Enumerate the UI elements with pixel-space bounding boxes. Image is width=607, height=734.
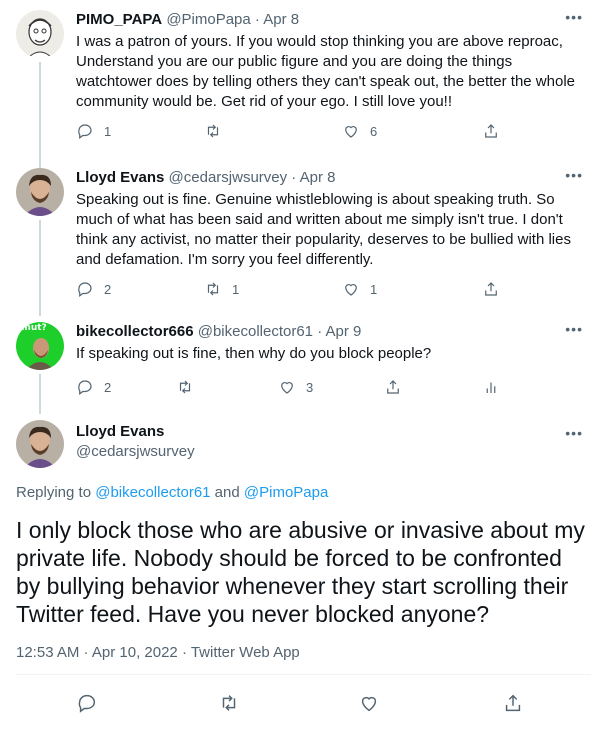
reply-button[interactable]: 2 <box>76 378 111 396</box>
analytics-icon <box>486 382 496 393</box>
share-icon <box>387 380 399 394</box>
retweet-button[interactable]: 1 <box>204 280 239 298</box>
avatar-caption: uhut? <box>18 323 47 333</box>
tweet-bikecollector[interactable]: uhut? bikecollector666 @bikecollector61 … <box>0 322 607 414</box>
like-button[interactable]: 1 <box>342 280 377 298</box>
tweet-lloyd-evans-1[interactable]: Lloyd Evans @cedarsjwsurvey · Apr 8 ••• … <box>0 168 607 316</box>
reply-icon <box>78 380 92 395</box>
thread-line <box>39 62 41 172</box>
share-icon <box>485 282 497 296</box>
avatar-lloyd-evans[interactable] <box>16 420 64 468</box>
share-icon <box>505 694 521 712</box>
tweet-header: PIMO_PAPA @PimoPapa · Apr 8 <box>76 10 299 30</box>
more-icon[interactable]: ••• <box>565 322 583 336</box>
replying-prefix: Replying to <box>16 484 96 501</box>
separator: · <box>317 323 323 340</box>
like-button[interactable] <box>358 692 380 714</box>
tweet-actions: 2 3 <box>62 378 582 398</box>
thread-line <box>39 374 41 414</box>
reply-icon <box>78 124 92 139</box>
like-icon <box>361 696 377 712</box>
like-icon <box>281 382 293 394</box>
replying-to: Replying to @bikecollector61 and @PimoPa… <box>16 484 328 501</box>
share-button[interactable] <box>502 692 524 714</box>
like-icon <box>345 126 357 138</box>
display-name[interactable]: PIMO_PAPA <box>76 11 162 28</box>
separator: · <box>291 169 297 186</box>
avatar-bikecollector[interactable]: uhut? <box>16 322 64 370</box>
separator: · <box>254 11 260 28</box>
reply-icon <box>78 282 92 297</box>
retweet-button[interactable] <box>204 122 232 140</box>
retweet-icon <box>207 282 219 296</box>
like-count: 6 <box>370 123 378 139</box>
reply-count: 2 <box>104 281 112 297</box>
reply-icon <box>78 694 96 713</box>
replying-and: and <box>210 484 244 501</box>
avatar-lloyd-evans[interactable] <box>16 168 64 216</box>
like-count: 1 <box>370 281 378 297</box>
avatar-pimo-papa[interactable] <box>16 10 64 58</box>
thread-line <box>39 220 41 316</box>
user-handle[interactable]: @PimoPapa <box>166 11 250 28</box>
user-handle[interactable]: @cedarsjwsurvey <box>169 169 288 186</box>
tweet-text: I was a patron of yours. If you would st… <box>76 33 575 110</box>
retweet-icon <box>222 695 236 711</box>
like-button[interactable]: 6 <box>342 122 377 140</box>
mention-link-bikecollector[interactable]: @bikecollector61 <box>95 484 210 501</box>
retweet-icon <box>207 124 219 138</box>
tweet-header: Lloyd Evans @cedarsjwsurvey · Apr 8 <box>76 168 336 188</box>
main-tweet-text: I only block those who are abusive or in… <box>16 517 585 627</box>
share-button[interactable] <box>384 378 402 396</box>
more-icon[interactable]: ••• <box>565 426 583 440</box>
tweet-date[interactable]: Apr 9 <box>326 323 362 340</box>
tweet-date[interactable]: Apr 8 <box>263 11 299 28</box>
user-handle[interactable]: @bikecollector61 <box>198 323 313 340</box>
share-button[interactable] <box>482 122 500 140</box>
like-count: 3 <box>306 379 314 395</box>
tweet-pimo-papa[interactable]: PIMO_PAPA @PimoPapa · Apr 8 ••• I was a … <box>0 10 607 172</box>
share-icon <box>485 124 497 138</box>
main-tweet: Lloyd Evans @cedarsjwsurvey ••• Replying… <box>0 420 607 734</box>
tweet-timestamp[interactable]: 12:53 AM · Apr 10, 2022 · Twitter Web Ap… <box>16 644 300 661</box>
tweet-actions: 2 1 1 <box>62 280 532 300</box>
display-name[interactable]: Lloyd Evans <box>76 169 164 186</box>
divider <box>16 674 591 675</box>
like-button[interactable]: 3 <box>278 378 313 396</box>
retweet-icon <box>179 380 191 394</box>
tweet-actions: 1 6 <box>62 122 532 142</box>
more-icon[interactable]: ••• <box>565 168 583 182</box>
tweet-header: bikecollector666 @bikecollector61 · Apr … <box>76 322 361 342</box>
reply-count: 2 <box>104 379 112 395</box>
main-tweet-actions <box>62 692 582 714</box>
display-name[interactable]: bikecollector666 <box>76 323 194 340</box>
retweet-count: 1 <box>232 281 240 297</box>
mention-link-pimopapa[interactable]: @PimoPapa <box>244 484 328 501</box>
display-name[interactable]: Lloyd Evans <box>76 422 164 442</box>
reply-button[interactable] <box>76 692 98 714</box>
analytics-button[interactable] <box>482 378 500 396</box>
tweet-date[interactable]: Apr 8 <box>300 169 336 186</box>
user-handle[interactable]: @cedarsjwsurvey <box>76 442 195 462</box>
reply-button[interactable]: 1 <box>76 122 111 140</box>
retweet-button[interactable] <box>176 378 194 396</box>
like-icon <box>345 284 357 296</box>
retweet-button[interactable] <box>218 692 240 714</box>
share-button[interactable] <box>482 280 500 298</box>
tweet-text: Speaking out is fine. Genuine whistleblo… <box>76 191 571 268</box>
reply-count: 1 <box>104 123 112 139</box>
tweet-text: If speaking out is fine, then why do you… <box>76 345 432 362</box>
more-icon[interactable]: ••• <box>565 10 583 24</box>
reply-button[interactable]: 2 <box>76 280 111 298</box>
